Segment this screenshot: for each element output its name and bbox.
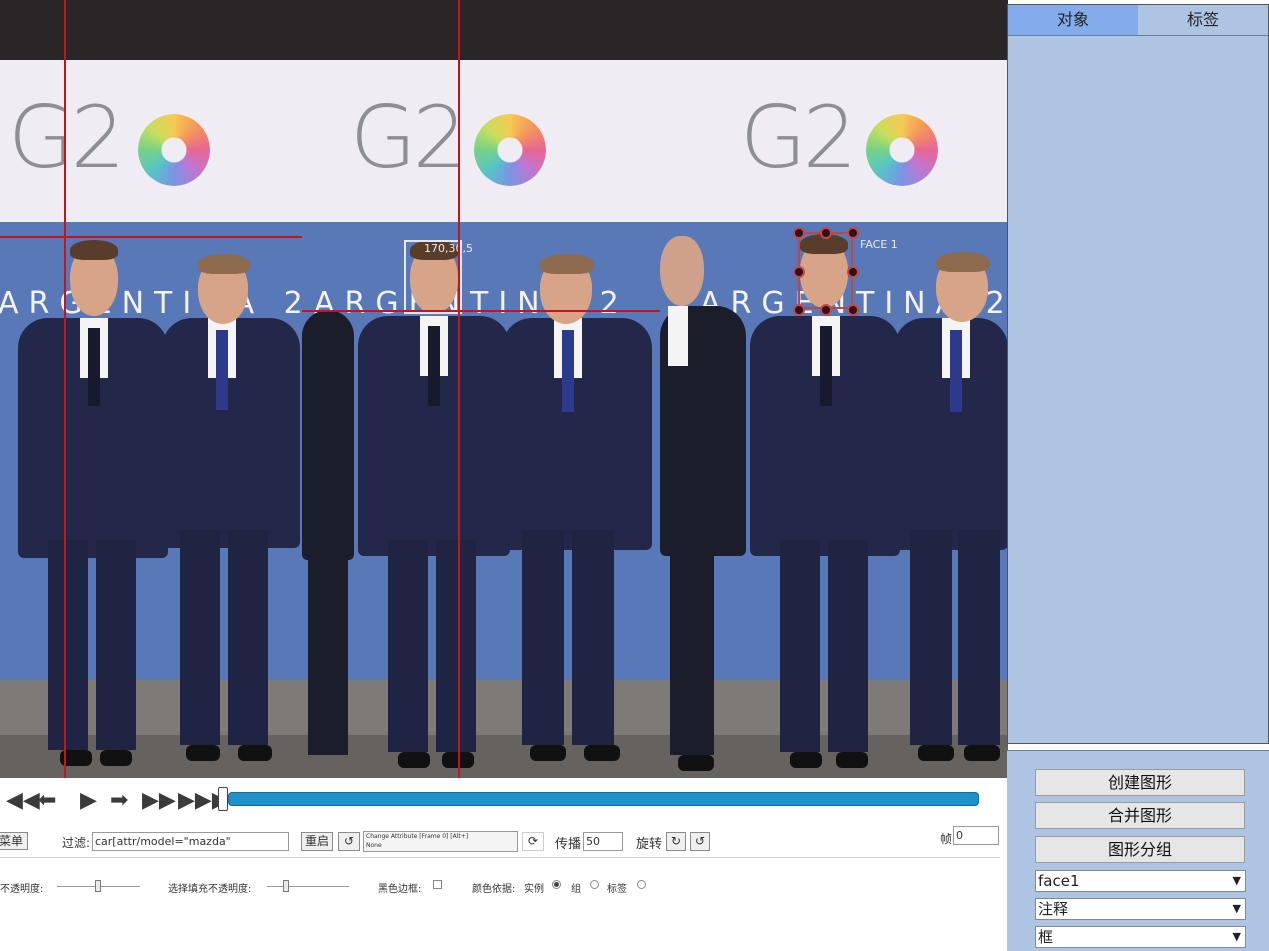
attribute-select-value: None xyxy=(366,842,382,849)
resize-handle[interactable] xyxy=(793,304,805,316)
rotate-clockwise-icon[interactable]: ↻ xyxy=(666,832,686,851)
frame-panel-1: G2 ARGENTINA 2 xyxy=(0,0,302,778)
color-by-label-label: 标签 xyxy=(607,884,627,895)
reset-button[interactable]: 重启 xyxy=(301,832,333,851)
label-select-value: face1 xyxy=(1038,872,1080,890)
fast-backward-icon[interactable]: ◀◀ xyxy=(6,790,40,812)
g20-flower-logo xyxy=(866,114,938,186)
resize-handle[interactable] xyxy=(847,304,859,316)
filter-input[interactable]: car[attr/model="mazda" xyxy=(92,832,289,851)
color-by-label: 颜色依据: xyxy=(472,884,516,895)
frame-photo: G2 ARGENTINA 2 xyxy=(302,0,660,778)
shape-type-select[interactable]: 框 ▼ xyxy=(1035,926,1246,948)
attribute-select[interactable]: Change Attribute [Frame 0] [Alt+] None xyxy=(363,831,518,852)
resize-handle[interactable] xyxy=(793,227,805,239)
selected-fill-opacity-label: 选择填充不透明度: xyxy=(168,884,252,895)
rotate-counterclockwise-icon[interactable]: ↺ xyxy=(690,832,710,851)
color-by-group-label: 组 xyxy=(571,884,581,895)
color-by-group-radio[interactable] xyxy=(590,880,599,889)
shape-actions-panel: 创建图形 合并图形 图形分组 face1 ▼ 注释 ▼ 框 ▼ xyxy=(1007,750,1269,951)
rotate-label: 旋转 xyxy=(636,837,663,852)
divider xyxy=(0,857,1000,858)
frame-panel-3: G2 ARGENTINA 2 xyxy=(660,0,1008,778)
objects-sidebar: 对象 标签 xyxy=(1007,4,1269,744)
undo-icon[interactable]: ↺ xyxy=(338,832,360,851)
color-by-instance-label: 实例 xyxy=(524,884,544,895)
g20-flower-logo xyxy=(474,114,546,186)
label-select[interactable]: face1 ▼ xyxy=(1035,870,1246,892)
selected-bounding-box[interactable] xyxy=(798,232,853,309)
black-border-label: 黑色边框: xyxy=(378,884,422,895)
tab-labels[interactable]: 标签 xyxy=(1138,5,1268,35)
banner-text: ARGENTINA 2 xyxy=(0,286,302,321)
color-by-label-radio[interactable] xyxy=(637,880,646,889)
selected-fill-slider-thumb[interactable] xyxy=(283,880,289,892)
selected-fill-slider-track[interactable] xyxy=(267,886,349,887)
merge-shapes-button[interactable]: 合并图形 xyxy=(1035,802,1245,829)
create-shape-button[interactable]: 创建图形 xyxy=(1035,769,1245,796)
step-forward-icon[interactable]: ➡ xyxy=(110,790,128,812)
chevron-down-icon: ▼ xyxy=(1232,874,1241,887)
resize-handle[interactable] xyxy=(847,227,859,239)
bbox-label: 170,30,5 xyxy=(424,242,473,255)
video-canvas[interactable]: G2 ARGENTINA 2 G2 ARGENTINA 2 170,30,5 G… xyxy=(0,0,1008,778)
sidebar-tabs: 对象 标签 xyxy=(1008,5,1268,36)
g20-flower-logo xyxy=(138,114,210,186)
frame-photo: G2 ARGENTINA 2 xyxy=(660,0,1008,778)
play-icon[interactable]: ▶ xyxy=(80,790,97,812)
refresh-icon[interactable]: ⟳ xyxy=(522,832,544,851)
step-backward-icon[interactable]: ⬅ xyxy=(38,790,56,812)
frame-slider-handle[interactable] xyxy=(218,787,228,811)
frame-panel-2: G2 ARGENTINA 2 170,30,5 xyxy=(302,0,660,778)
frame-progress-bar[interactable] xyxy=(228,792,979,806)
mode-select[interactable]: 注释 ▼ xyxy=(1035,898,1246,920)
attribute-select-title: Change Attribute [Frame 0] [Alt+] xyxy=(366,833,469,840)
chevron-down-icon: ▼ xyxy=(1232,902,1241,915)
g20-logo: G2 xyxy=(740,88,857,188)
chevron-down-icon: ▼ xyxy=(1232,930,1241,943)
grid-line-vertical xyxy=(64,0,66,778)
frame-number-input[interactable]: 0 xyxy=(953,826,999,845)
appearance-row: 不透明度: 选择填充不透明度: 黑色边框: 颜色依据: 实例 组 标签 xyxy=(0,875,1008,899)
opacity-label: 不透明度: xyxy=(0,884,44,895)
opacity-slider-thumb[interactable] xyxy=(95,880,101,892)
black-border-checkbox[interactable] xyxy=(433,880,442,889)
fast-forward-icon[interactable]: ▶▶ xyxy=(142,790,176,812)
group-shapes-button[interactable]: 图形分组 xyxy=(1035,836,1245,863)
grid-line-vertical xyxy=(458,0,460,778)
color-by-instance-radio[interactable] xyxy=(552,880,561,889)
controls-row: 菜单 过滤: car[attr/model="mazda" 重启 ↺ Chang… xyxy=(0,826,1008,854)
tab-objects[interactable]: 对象 xyxy=(1008,5,1138,35)
frame-photo: G2 ARGENTINA 2 xyxy=(0,0,302,778)
resize-handle[interactable] xyxy=(793,266,805,278)
filter-label: 过滤: xyxy=(62,836,91,850)
grid-line-horizontal xyxy=(0,236,302,238)
resize-handle[interactable] xyxy=(820,227,832,239)
propagate-label: 传播 xyxy=(555,837,582,852)
frame-label: 帧 xyxy=(940,832,953,846)
resize-handle[interactable] xyxy=(820,304,832,316)
g20-logo: G2 xyxy=(350,88,467,188)
menu-button[interactable]: 菜单 xyxy=(0,832,28,850)
resize-handle[interactable] xyxy=(847,266,859,278)
mode-select-value: 注释 xyxy=(1038,900,1069,918)
bbox-label: FACE 1 xyxy=(860,238,898,251)
grid-line-horizontal xyxy=(302,310,660,312)
propagate-input[interactable]: 50 xyxy=(583,832,623,851)
shape-type-select-value: 框 xyxy=(1038,928,1054,946)
